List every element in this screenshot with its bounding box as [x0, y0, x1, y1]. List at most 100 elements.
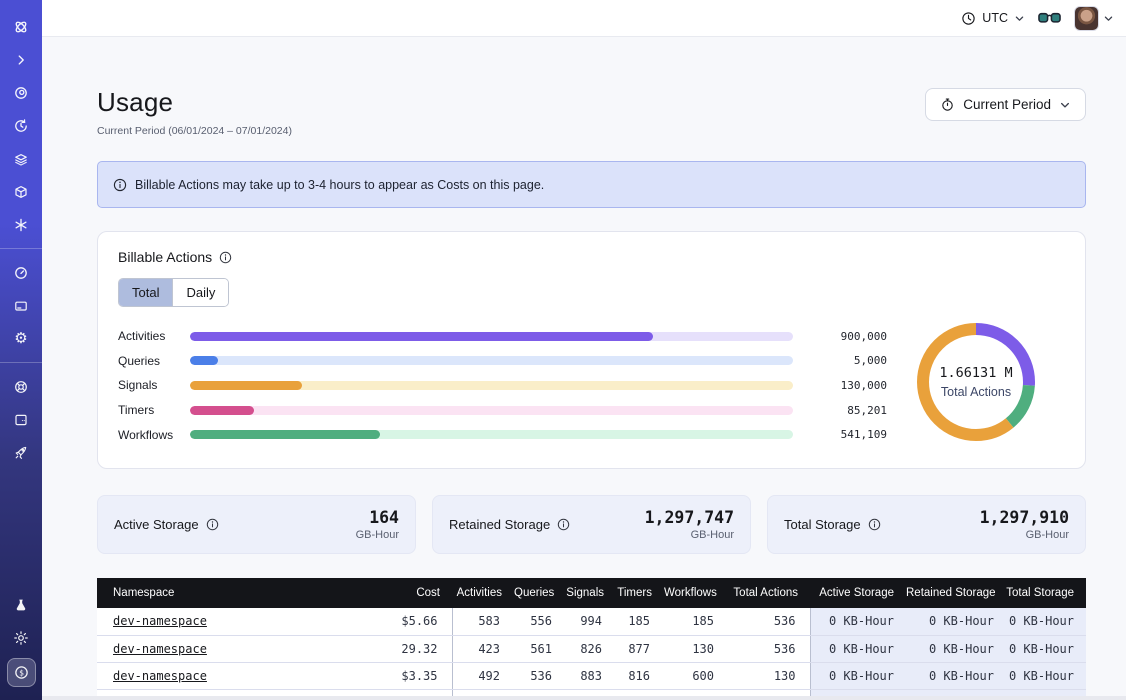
col-retained-storage[interactable]: Retained Storage — [906, 578, 1006, 608]
bar-value: 130,000 — [807, 379, 887, 392]
cell-workflows: 600 — [664, 662, 728, 689]
bar-fill — [190, 332, 653, 341]
settings-gear-icon[interactable]: ⚙ — [8, 326, 34, 352]
cell-queries: 536 — [514, 662, 566, 689]
tab-total[interactable]: Total — [119, 279, 172, 306]
info-icon[interactable] — [868, 518, 881, 531]
table-row: dev-namespace $3.35 492 536 883 816 600 … — [97, 662, 1086, 689]
cell-active-storage: 0 KB-Hour — [810, 608, 906, 635]
table-scrollbar[interactable] — [42, 696, 1126, 700]
history-clock-icon[interactable] — [8, 113, 34, 139]
cell-activities: 423 — [452, 635, 514, 662]
namespace-link[interactable]: dev-namespace — [113, 614, 207, 628]
bar-value: 900,000 — [807, 330, 887, 343]
cell-queries: 561 — [514, 635, 566, 662]
info-icon[interactable] — [206, 518, 219, 531]
total-storage-label: Total Storage — [784, 517, 861, 532]
active-storage-unit: GB-Hour — [356, 529, 399, 541]
bar-track — [190, 381, 793, 390]
col-total-storage[interactable]: Total Storage — [1006, 578, 1086, 608]
chevron-down-icon — [1014, 13, 1025, 24]
bar-label: Activities — [118, 329, 190, 343]
bar-row-signals: Signals 130,000 — [118, 373, 887, 398]
billing-card-icon[interactable] — [8, 293, 34, 319]
bar-label: Workflows — [118, 428, 190, 442]
retained-storage-card: Retained Storage 1,297,747 GB-Hour — [432, 495, 751, 554]
timezone-label: UTC — [982, 11, 1008, 25]
table-header-row: Namespace Cost Activities Queries Signal… — [97, 578, 1086, 608]
cell-active-storage: 0 KB-Hour — [810, 635, 906, 662]
table-row: dev-namespace $5.66 583 556 994 185 185 … — [97, 608, 1086, 635]
getting-started-rocket-icon[interactable] — [8, 440, 34, 466]
bar-track — [190, 430, 793, 439]
cell-total-storage: 0 KB-Hour — [1006, 608, 1086, 635]
bar-value: 541,109 — [807, 428, 887, 441]
cell-queries: 556 — [514, 608, 566, 635]
cell-activities: 492 — [452, 662, 514, 689]
usage-gauge-icon[interactable] — [8, 260, 34, 286]
active-storage-label: Active Storage — [114, 517, 199, 532]
col-signals[interactable]: Signals — [566, 578, 616, 608]
total-storage-unit: GB-Hour — [980, 529, 1069, 541]
retained-storage-value: 1,297,747 — [645, 508, 734, 527]
support-lifebuoy-icon[interactable] — [8, 374, 34, 400]
cell-signals: 883 — [566, 662, 616, 689]
storage-summary-row: Active Storage 164 GB-Hour Retained Stor… — [97, 495, 1086, 554]
col-timers[interactable]: Timers — [616, 578, 664, 608]
collapse-chevron-icon[interactable] — [8, 47, 34, 73]
col-namespace[interactable]: Namespace — [97, 578, 347, 608]
col-active-storage[interactable]: Active Storage — [810, 578, 906, 608]
cell-cost: $5.66 — [347, 608, 452, 635]
namespaces-icon[interactable] — [8, 80, 34, 106]
cell-total-actions: 536 — [728, 635, 810, 662]
namespace-link[interactable]: dev-namespace — [113, 642, 207, 656]
retained-storage-unit: GB-Hour — [645, 529, 734, 541]
total-storage-card: Total Storage 1,297,910 GB-Hour — [767, 495, 1086, 554]
bar-track — [190, 356, 793, 365]
nexus-asterisk-icon[interactable] — [8, 212, 34, 238]
bar-track — [190, 406, 793, 415]
col-queries[interactable]: Queries — [514, 578, 566, 608]
bar-value: 5,000 — [807, 354, 887, 367]
bar-fill — [190, 430, 380, 439]
namespace-link[interactable]: dev-namespace — [113, 669, 207, 683]
cell-timers: 185 — [616, 608, 664, 635]
bar-row-queries: Queries 5,000 — [118, 349, 887, 374]
info-icon[interactable] — [219, 251, 232, 264]
timezone-selector[interactable]: UTC — [961, 11, 1025, 26]
docs-monitor-icon[interactable] — [8, 407, 34, 433]
col-activities[interactable]: Activities — [452, 578, 514, 608]
temporal-logo-icon[interactable] — [8, 14, 34, 40]
bar-label: Timers — [118, 403, 190, 417]
col-total-actions[interactable]: Total Actions — [728, 578, 810, 608]
lab-flask-icon[interactable] — [8, 592, 34, 618]
table-row: dev-namespace 29.32 423 561 826 877 130 … — [97, 635, 1086, 662]
cell-cost: 29.32 — [347, 635, 452, 662]
account-menu[interactable] — [1074, 6, 1114, 31]
col-cost[interactable]: Cost — [347, 578, 452, 608]
sidebar-divider — [0, 362, 42, 363]
col-workflows[interactable]: Workflows — [664, 578, 728, 608]
cell-retained-storage: 0 KB-Hour — [906, 635, 1006, 662]
glasses-icon[interactable] — [1038, 11, 1061, 25]
info-icon[interactable] — [557, 518, 570, 531]
bar-label: Signals — [118, 378, 190, 392]
cell-total-storage: 0 KB-Hour — [1006, 635, 1086, 662]
cell-timers: 816 — [616, 662, 664, 689]
chevron-down-icon — [1103, 13, 1114, 24]
clock-icon — [961, 11, 976, 26]
bar-track — [190, 332, 793, 341]
cell-total-storage: 0 KB-Hour — [1006, 662, 1086, 689]
usage-dollar-icon[interactable]: $ — [7, 658, 36, 687]
active-storage-value: 164 — [356, 508, 399, 527]
cube-icon[interactable] — [8, 179, 34, 205]
period-selector-button[interactable]: Current Period — [925, 88, 1086, 121]
theme-sun-icon[interactable] — [8, 625, 34, 651]
retained-storage-label: Retained Storage — [449, 517, 550, 532]
cell-activities: 583 — [452, 608, 514, 635]
cell-cost: $3.35 — [347, 662, 452, 689]
total-storage-value: 1,297,910 — [980, 508, 1069, 527]
cell-retained-storage: 0 KB-Hour — [906, 662, 1006, 689]
tab-daily[interactable]: Daily — [172, 279, 228, 306]
layers-icon[interactable] — [8, 146, 34, 172]
